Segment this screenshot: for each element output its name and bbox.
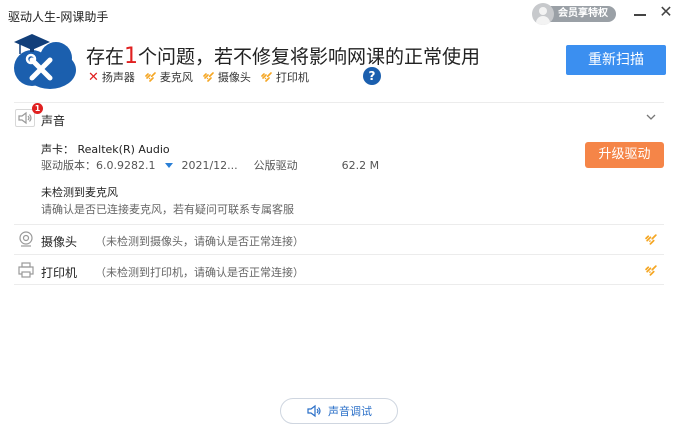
issue-microphone: 麦克风 [145,69,193,85]
section-camera-label: 摄像头 [41,235,78,249]
section-sound-label: 声音 [41,114,66,128]
speaker-icon [18,111,32,125]
rescan-button[interactable]: 重新扫描 [566,45,666,75]
issue-camera: 摄像头 [203,69,251,85]
driver-info-row: 驱动版本： 6.0.9282.1 2021/12... 公版驱动 62.2 M [41,158,380,173]
driver-type: 公版驱动 [253,159,298,172]
broken-link-warning-icon [261,72,272,82]
divider [14,284,664,285]
headline-prefix: 存在 [86,46,125,68]
speaker-icon-box [15,109,35,127]
sound-card-name: Realtek(R) Audio [77,143,170,156]
sound-test-button[interactable]: 声音调试 [280,398,398,424]
member-badge[interactable]: 会员享特权 [550,6,616,22]
issue-count: 1 [124,44,139,69]
broken-link-warning-icon [203,72,214,82]
driver-size: 62.2 M [341,158,380,172]
broken-link-warning-icon [145,72,156,82]
upgrade-driver-button[interactable]: 升级驱动 [585,142,664,168]
issue-printer: 打印机 [261,69,309,85]
mic-status-description: 请确认是否已连接麦克风，若有疑问可联系专属客服 [41,203,294,216]
divider [14,224,664,225]
driver-version: 6.0.9282.1 [96,158,156,172]
title-bar: 驱动人生-网课助手 会员享特权 ✕ [0,0,680,30]
help-icon[interactable]: ? [363,67,381,85]
section-printer-label: 打印机 [41,266,78,280]
app-title: 驱动人生-网课助手 [8,10,109,24]
issue-summary: ✕ 扬声器 麦克风 摄像头 打印机 [88,69,319,85]
speaker-icon [307,404,321,418]
printer-icon [18,262,34,278]
avatar[interactable] [532,3,554,25]
printer-note: （未检测到打印机，请确认是否正常连接） [95,266,304,279]
driver-date: 2021/12... [181,158,238,172]
issue-speaker: ✕ 扬声器 [88,69,135,85]
divider [14,254,664,255]
close-button[interactable]: ✕ [658,4,674,20]
broken-link-warning-icon [645,234,657,245]
chevron-down-icon[interactable] [646,112,656,122]
camera-note: （未检测到摄像头，请确认是否正常连接） [95,235,304,248]
headline-suffix: 个问题，若不修复将影响网课的正常使用 [138,46,481,68]
sound-card-info: 声卡： Realtek(R) Audio [41,143,170,156]
wrench-cloud-logo-icon [14,34,76,89]
divider [14,102,664,103]
camera-icon [19,231,33,247]
broken-link-warning-icon [645,265,657,276]
mic-status-title: 未检测到麦克风 [41,186,118,199]
version-dropdown-icon[interactable] [165,162,174,168]
page-title: 存在1个问题，若不修复将影响网课的正常使用 [86,42,480,69]
error-x-icon: ✕ [88,69,99,85]
member-privilege-button[interactable]: 会员享特权 [532,3,616,25]
minimize-button[interactable] [632,6,648,22]
